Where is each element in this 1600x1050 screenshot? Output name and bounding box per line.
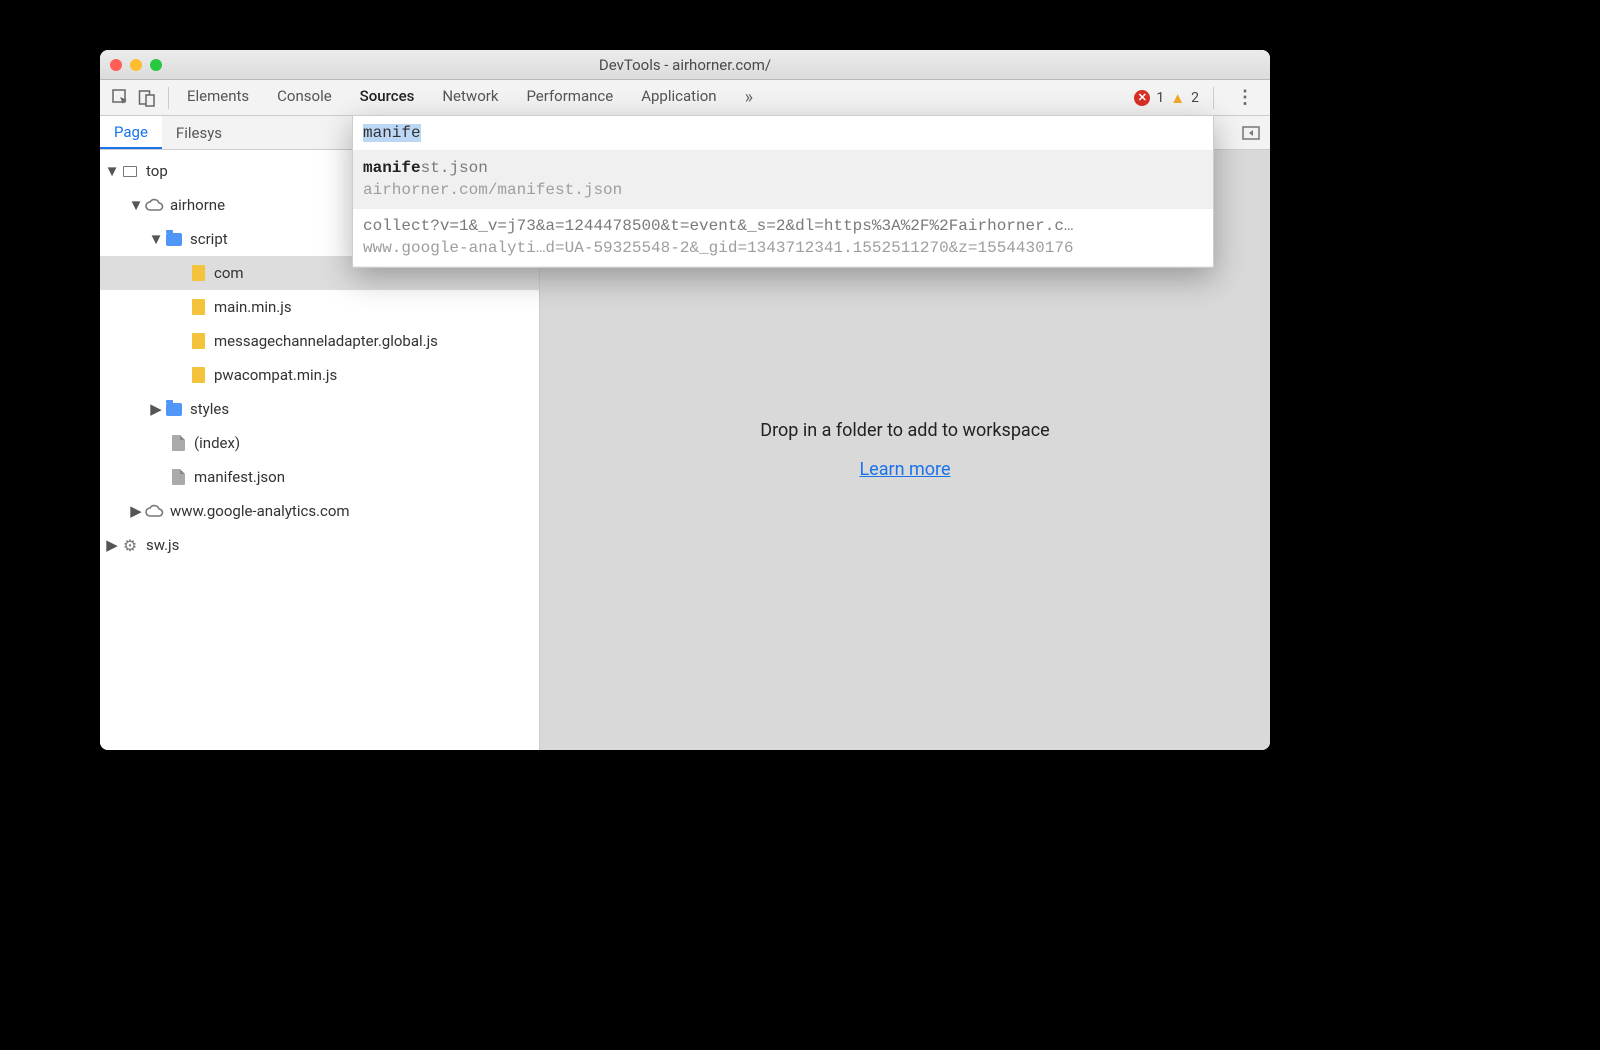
suggestion-title: collect?v=1&_v=j73&a=1244478500&t=event&… — [363, 215, 1203, 237]
tree-label: pwacompat.min.js — [214, 366, 337, 384]
minimize-window-button[interactable] — [130, 59, 142, 71]
tree-item-folder-styles[interactable]: ▶ styles — [100, 392, 539, 426]
tree-label: airhorne — [170, 196, 225, 214]
tree-label: com — [214, 264, 244, 282]
traffic-lights — [110, 59, 162, 71]
tree-label: messagechanneladapter.global.js — [214, 332, 438, 350]
subtab-filesystem[interactable]: Filesys — [162, 116, 236, 149]
tab-performance[interactable]: Performance — [526, 81, 613, 114]
toolbar-right: ✕ 1 ▲ 2 ⋮ — [1134, 87, 1262, 109]
tree-item-domain-google-analytics[interactable]: ▶ www.google-analytics.com — [100, 494, 539, 528]
tree-item-file-messagechannel[interactable]: messagechanneladapter.global.js — [100, 324, 539, 358]
tab-sources[interactable]: Sources — [360, 81, 415, 114]
tree-label: www.google-analytics.com — [170, 502, 350, 520]
js-file-icon — [188, 367, 208, 383]
file-icon — [168, 469, 188, 485]
disclosure-down-icon[interactable]: ▼ — [130, 199, 142, 211]
js-file-icon — [188, 265, 208, 281]
tab-network[interactable]: Network — [442, 81, 498, 114]
warning-icon: ▲ — [1170, 89, 1185, 107]
disclosure-right-icon[interactable]: ▶ — [150, 403, 162, 415]
disclosure-right-icon[interactable]: ▶ — [130, 505, 142, 517]
devtools-window: DevTools - airhorner.com/ Elements Conso… — [100, 50, 1270, 750]
file-icon — [168, 435, 188, 451]
disclosure-down-icon[interactable]: ▼ — [106, 165, 118, 177]
tree-item-service-worker[interactable]: ▶ ⚙ sw.js — [100, 528, 539, 562]
open-file-popup: manife manifest.json airhorner.com/manif… — [352, 115, 1214, 268]
suggestion-subtitle: airhorner.com/manifest.json — [363, 179, 1203, 201]
tree-label: top — [146, 162, 168, 180]
frame-icon — [120, 166, 140, 177]
js-file-icon — [188, 299, 208, 315]
panel-tabs: Elements Console Sources Network Perform… — [187, 81, 753, 114]
show-debugger-icon[interactable] — [1232, 116, 1270, 149]
device-toolbar-icon[interactable] — [134, 85, 160, 111]
window-title: DevTools - airhorner.com/ — [100, 56, 1270, 74]
tree-item-file-pwacompat[interactable]: pwacompat.min.js — [100, 358, 539, 392]
toolbar-separator — [1213, 87, 1214, 109]
suggestion-title: manifest.json — [363, 157, 1203, 179]
suggestion-item[interactable]: manifest.json airhorner.com/manifest.jso… — [353, 151, 1213, 209]
tree-item-file-index[interactable]: (index) — [100, 426, 539, 460]
titlebar: DevTools - airhorner.com/ — [100, 50, 1270, 80]
inspect-element-icon[interactable] — [108, 85, 134, 111]
tree-label: main.min.js — [214, 298, 292, 316]
tree-item-file-main[interactable]: main.min.js — [100, 290, 539, 324]
learn-more-link[interactable]: Learn more — [859, 459, 950, 480]
tree-label: styles — [190, 400, 229, 418]
tab-elements[interactable]: Elements — [187, 81, 249, 114]
error-count[interactable]: 1 — [1156, 90, 1164, 106]
settings-menu-icon[interactable]: ⋮ — [1228, 87, 1262, 108]
tree-label: (index) — [194, 434, 240, 452]
zoom-window-button[interactable] — [150, 59, 162, 71]
suggestion-item[interactable]: collect?v=1&_v=j73&a=1244478500&t=event&… — [353, 209, 1213, 267]
tree-label: manifest.json — [194, 468, 285, 486]
tabs-overflow-icon[interactable]: » — [745, 81, 753, 114]
folder-icon — [164, 233, 184, 246]
suggestion-subtitle: www.google-analyti…d=UA-59325548-2&_gid=… — [363, 237, 1203, 259]
disclosure-down-icon[interactable]: ▼ — [150, 233, 162, 245]
tab-console[interactable]: Console — [277, 81, 332, 114]
drop-folder-message: Drop in a folder to add to workspace — [760, 420, 1049, 441]
cloud-icon — [144, 198, 164, 212]
warning-count[interactable]: 2 — [1191, 90, 1199, 106]
main-toolbar: Elements Console Sources Network Perform… — [100, 80, 1270, 116]
subtab-page[interactable]: Page — [100, 116, 162, 149]
gear-icon: ⚙ — [120, 536, 140, 555]
search-query-selected: manife — [363, 124, 421, 142]
error-icon: ✕ — [1134, 90, 1150, 106]
folder-icon — [164, 403, 184, 416]
tree-label: sw.js — [146, 536, 179, 554]
js-file-icon — [188, 333, 208, 349]
toolbar-separator — [168, 87, 169, 109]
tree-item-file-manifest[interactable]: manifest.json — [100, 460, 539, 494]
close-window-button[interactable] — [110, 59, 122, 71]
tree-label: script — [190, 230, 228, 248]
cloud-icon — [144, 504, 164, 518]
disclosure-right-icon[interactable]: ▶ — [106, 539, 118, 551]
tab-application[interactable]: Application — [641, 81, 716, 114]
open-file-search-input[interactable]: manife — [353, 116, 1213, 151]
